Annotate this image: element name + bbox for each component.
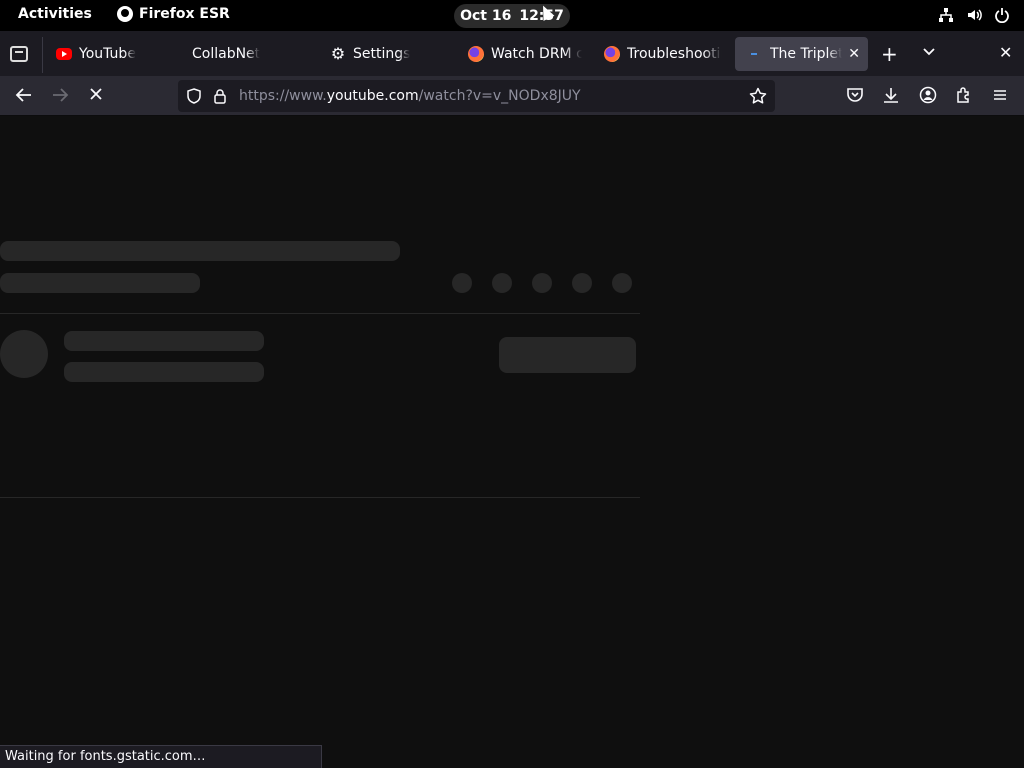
divider (0, 497, 640, 498)
power-icon (994, 7, 1010, 24)
tab-the-triplets[interactable]: The Triplets ✕ (735, 37, 868, 71)
pocket-icon[interactable] (846, 86, 866, 106)
page-content (0, 117, 1024, 768)
title-skeleton (0, 241, 400, 261)
stop-icon (90, 88, 102, 100)
url-host: youtube.com (326, 88, 419, 104)
loading-icon (747, 46, 763, 62)
menu-icon[interactable] (991, 86, 1011, 106)
url-path: /watch?v=v_NODx8JUY (418, 88, 581, 104)
activities-button[interactable]: Activities (18, 6, 92, 22)
system-tray[interactable] (938, 7, 1010, 24)
tab-label: CollabNet (192, 46, 261, 62)
app-name: Firefox ESR (139, 6, 230, 22)
action-skeleton (572, 273, 592, 293)
new-tab-button[interactable]: + (881, 44, 898, 64)
tab-separator (42, 37, 43, 73)
clock-date: Oct 16 (460, 8, 512, 24)
tab-watch-drm[interactable]: Watch DRM content (456, 37, 582, 71)
stop-button[interactable] (86, 86, 106, 106)
system-top-bar: Activities Firefox ESR Oct 16 12:57 (0, 0, 1024, 31)
firefox-icon (604, 46, 620, 62)
forward-button[interactable] (50, 86, 70, 106)
volume-icon (966, 7, 982, 23)
list-all-tabs-button[interactable] (922, 44, 936, 62)
tab-settings[interactable]: ⚙ Settings (318, 37, 448, 71)
channel-meta-skeleton (64, 362, 264, 382)
arrow-left-icon (15, 88, 31, 102)
status-panel: Waiting for fonts.gstatic.com… (0, 745, 322, 768)
arrow-right-icon (53, 88, 69, 102)
firefox-view-icon[interactable] (10, 46, 28, 62)
avatar-skeleton (0, 330, 48, 378)
action-skeleton (612, 273, 632, 293)
action-skeleton (492, 273, 512, 293)
url-text: https://www.youtube.com/watch?v=v_NODx8J… (239, 88, 581, 104)
bookmark-star-icon[interactable] (749, 87, 767, 105)
youtube-icon (56, 48, 72, 60)
lock-icon[interactable] (212, 88, 228, 104)
firefox-icon (117, 6, 133, 22)
divider (0, 313, 640, 314)
gear-icon: ⚙ (330, 44, 346, 63)
network-icon (938, 7, 954, 23)
tab-label: Watch DRM content (491, 46, 582, 62)
shield-icon[interactable] (186, 88, 202, 104)
channel-name-skeleton (64, 331, 264, 351)
tab-label: Troubleshooting (627, 46, 722, 62)
app-menu[interactable]: Firefox ESR (117, 6, 230, 22)
url-bar[interactable]: https://www.youtube.com/watch?v=v_NODx8J… (178, 80, 775, 112)
tab-label: Settings (353, 46, 411, 62)
extensions-icon[interactable] (955, 86, 975, 106)
tab-label: The Triplets (770, 46, 842, 62)
account-icon[interactable] (919, 86, 939, 106)
tab-strip: YouTube CollabNet ⚙ Settings Watch DRM c… (0, 31, 1024, 76)
subtitle-skeleton (0, 273, 200, 293)
action-skeleton (532, 273, 552, 293)
window-close-button[interactable]: ✕ (999, 43, 1012, 62)
tab-troubleshooting[interactable]: Troubleshooting (592, 37, 722, 71)
subscribe-skeleton (499, 337, 636, 373)
action-skeleton (452, 273, 472, 293)
chevron-down-icon (923, 48, 935, 56)
tab-youtube[interactable]: YouTube (44, 37, 164, 71)
tab-label: YouTube (79, 46, 136, 62)
navigation-toolbar: https://www.youtube.com/watch?v=v_NODx8J… (0, 76, 1024, 116)
firefox-icon (468, 46, 484, 62)
back-button[interactable] (14, 86, 34, 106)
url-prefix: https://www. (239, 88, 327, 104)
downloads-icon[interactable] (882, 86, 902, 106)
close-tab-icon[interactable]: ✕ (848, 46, 860, 62)
tab-collabnet[interactable]: CollabNet (180, 37, 310, 71)
